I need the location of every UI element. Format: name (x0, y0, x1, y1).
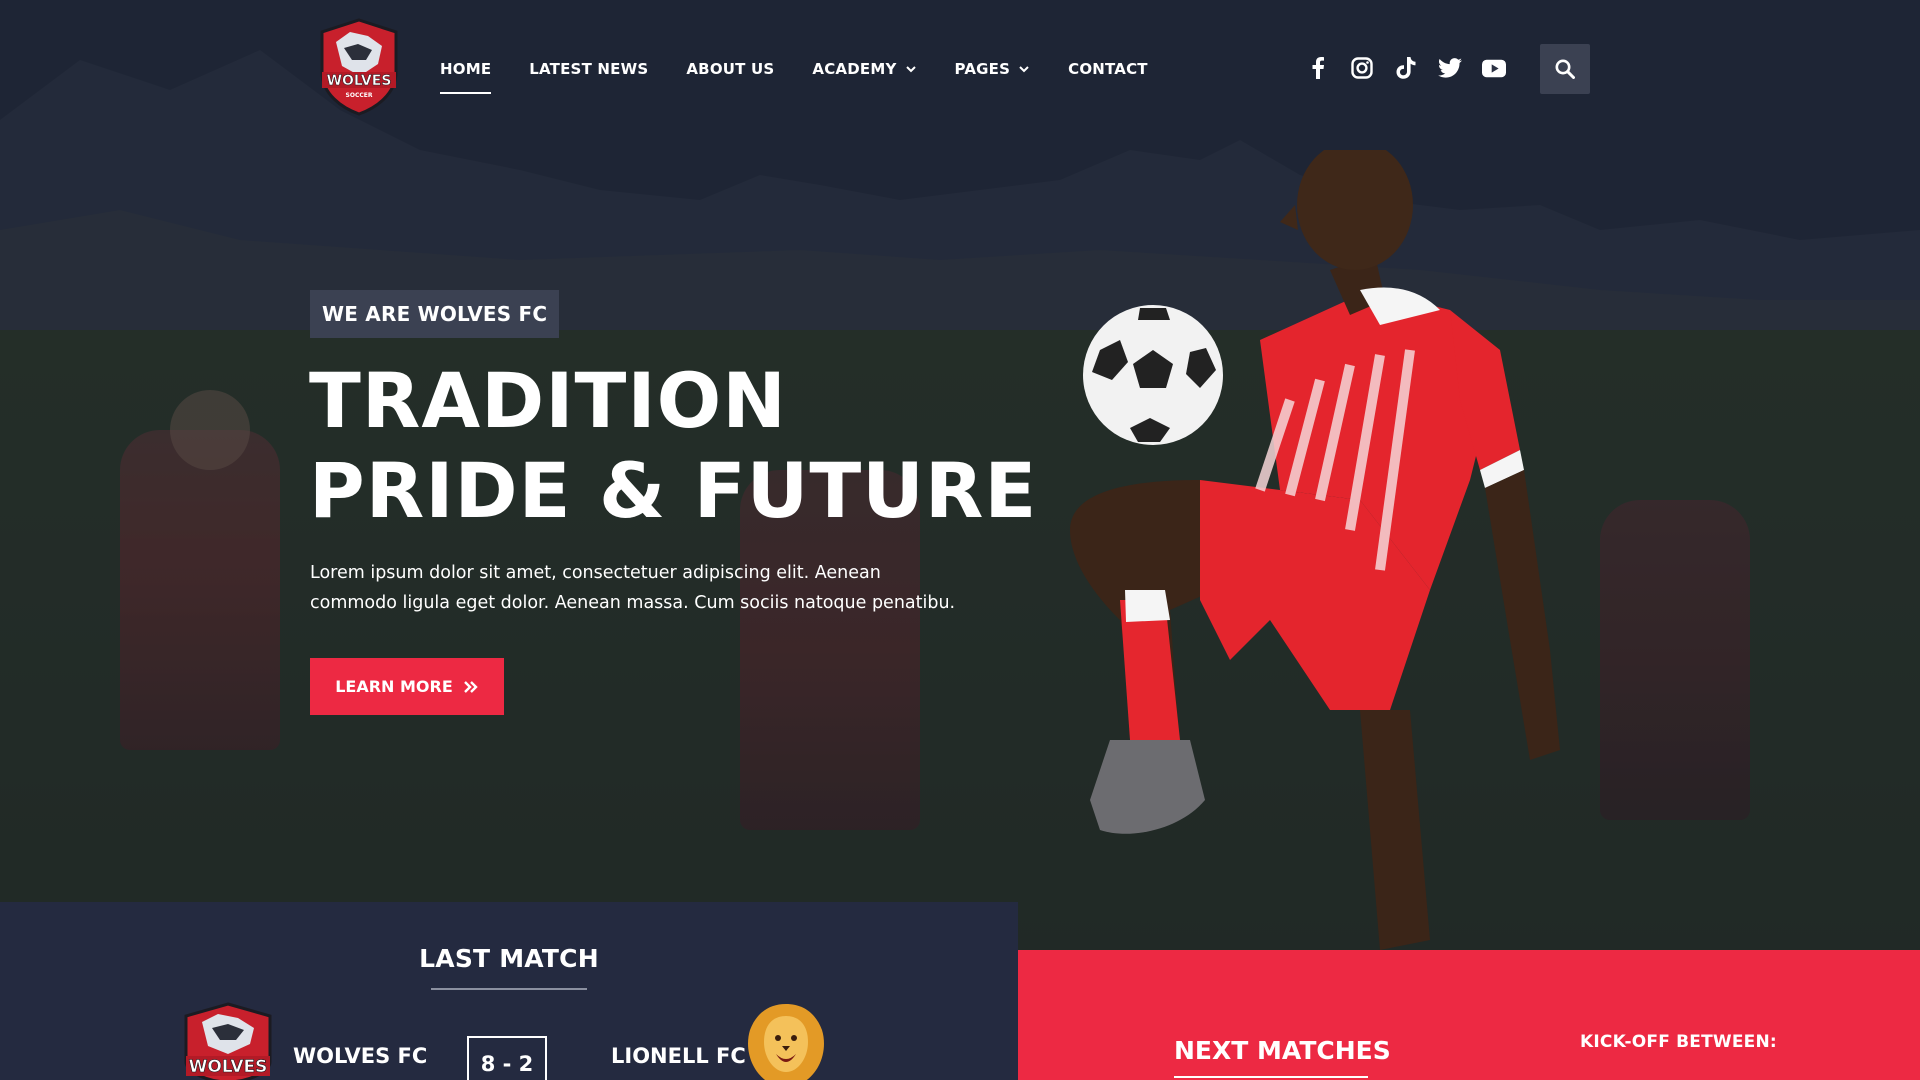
headline-line-2: PRIDE & FUTURE (309, 446, 1038, 535)
chevron-down-icon (905, 66, 916, 73)
title-underline (1174, 1076, 1368, 1078)
hero-lead-text: Lorem ipsum dolor sit amet, consectetuer… (310, 563, 956, 613)
soccer-ball (1083, 305, 1223, 445)
learn-more-button[interactable]: LEARN MORE (310, 658, 504, 715)
svg-text:WOLVES: WOLVES (189, 1057, 268, 1077)
instagram-icon[interactable] (1350, 56, 1374, 80)
nav-item-label: LATEST NEWS (529, 60, 649, 78)
svg-text:WOLVES: WOLVES (327, 73, 392, 89)
nav-item-pages[interactable]: PAGES (955, 58, 1031, 80)
next-matches-panel: NEXT MATCHES KICK-OFF BETWEEN: (1018, 950, 1920, 1080)
youtube-icon[interactable] (1482, 56, 1506, 80)
nav-item-label: ABOUT US (686, 60, 775, 78)
nav-item-about-us[interactable]: ABOUT US (686, 58, 774, 80)
tiktok-icon[interactable] (1394, 56, 1418, 80)
nav-item-label: PAGES (954, 60, 1011, 78)
search-icon (1555, 59, 1575, 79)
home-team-name: WOLVES FC (293, 1044, 428, 1068)
social-links (1306, 56, 1506, 80)
hero-tagline: WE ARE WOLVES FC (310, 290, 560, 338)
facebook-icon[interactable] (1306, 56, 1330, 80)
nav-item-academy[interactable]: ACADEMY (812, 58, 916, 80)
nav-item-home[interactable]: HOME (440, 58, 492, 94)
lion-team-logo (748, 1004, 824, 1080)
svg-text:SOCCER: SOCCER (346, 92, 373, 99)
headline-line-1: TRADITION (309, 356, 787, 445)
last-match-title: LAST MATCH (419, 944, 599, 973)
main-navigation: HOME LATEST NEWS ABOUT US ACADEMY PAGES … (440, 58, 1148, 94)
next-matches-title: NEXT MATCHES (1174, 1036, 1391, 1065)
nav-item-label: CONTACT (1068, 60, 1148, 78)
wolves-logo[interactable]: WOLVES SOCCER (316, 18, 402, 116)
away-team-name: LIONELL FC (611, 1044, 746, 1068)
double-chevron-right-icon (463, 680, 478, 693)
site-header: WOLVES SOCCER HOME LATEST NEWS ABOUT US … (0, 0, 1920, 140)
cta-label: LEARN MORE (335, 677, 453, 696)
kickoff-label: KICK-OFF BETWEEN: (1580, 1032, 1777, 1052)
title-underline (431, 988, 587, 990)
wolves-team-logo: WOLVES (184, 1002, 272, 1080)
match-score: 8 - 2 (467, 1036, 547, 1080)
chevron-down-icon (1019, 66, 1029, 73)
nav-item-label: ACADEMY (812, 60, 897, 78)
player-juggling-ball-image (1070, 150, 1560, 950)
nav-item-label: HOME (440, 60, 492, 78)
search-button[interactable] (1540, 44, 1590, 94)
hero-headline: TRADITION PRIDE & FUTURE (309, 356, 1037, 536)
twitter-icon[interactable] (1438, 56, 1462, 80)
nav-item-contact[interactable]: CONTACT (1068, 58, 1148, 80)
nav-item-latest-news[interactable]: LATEST NEWS (529, 58, 648, 80)
